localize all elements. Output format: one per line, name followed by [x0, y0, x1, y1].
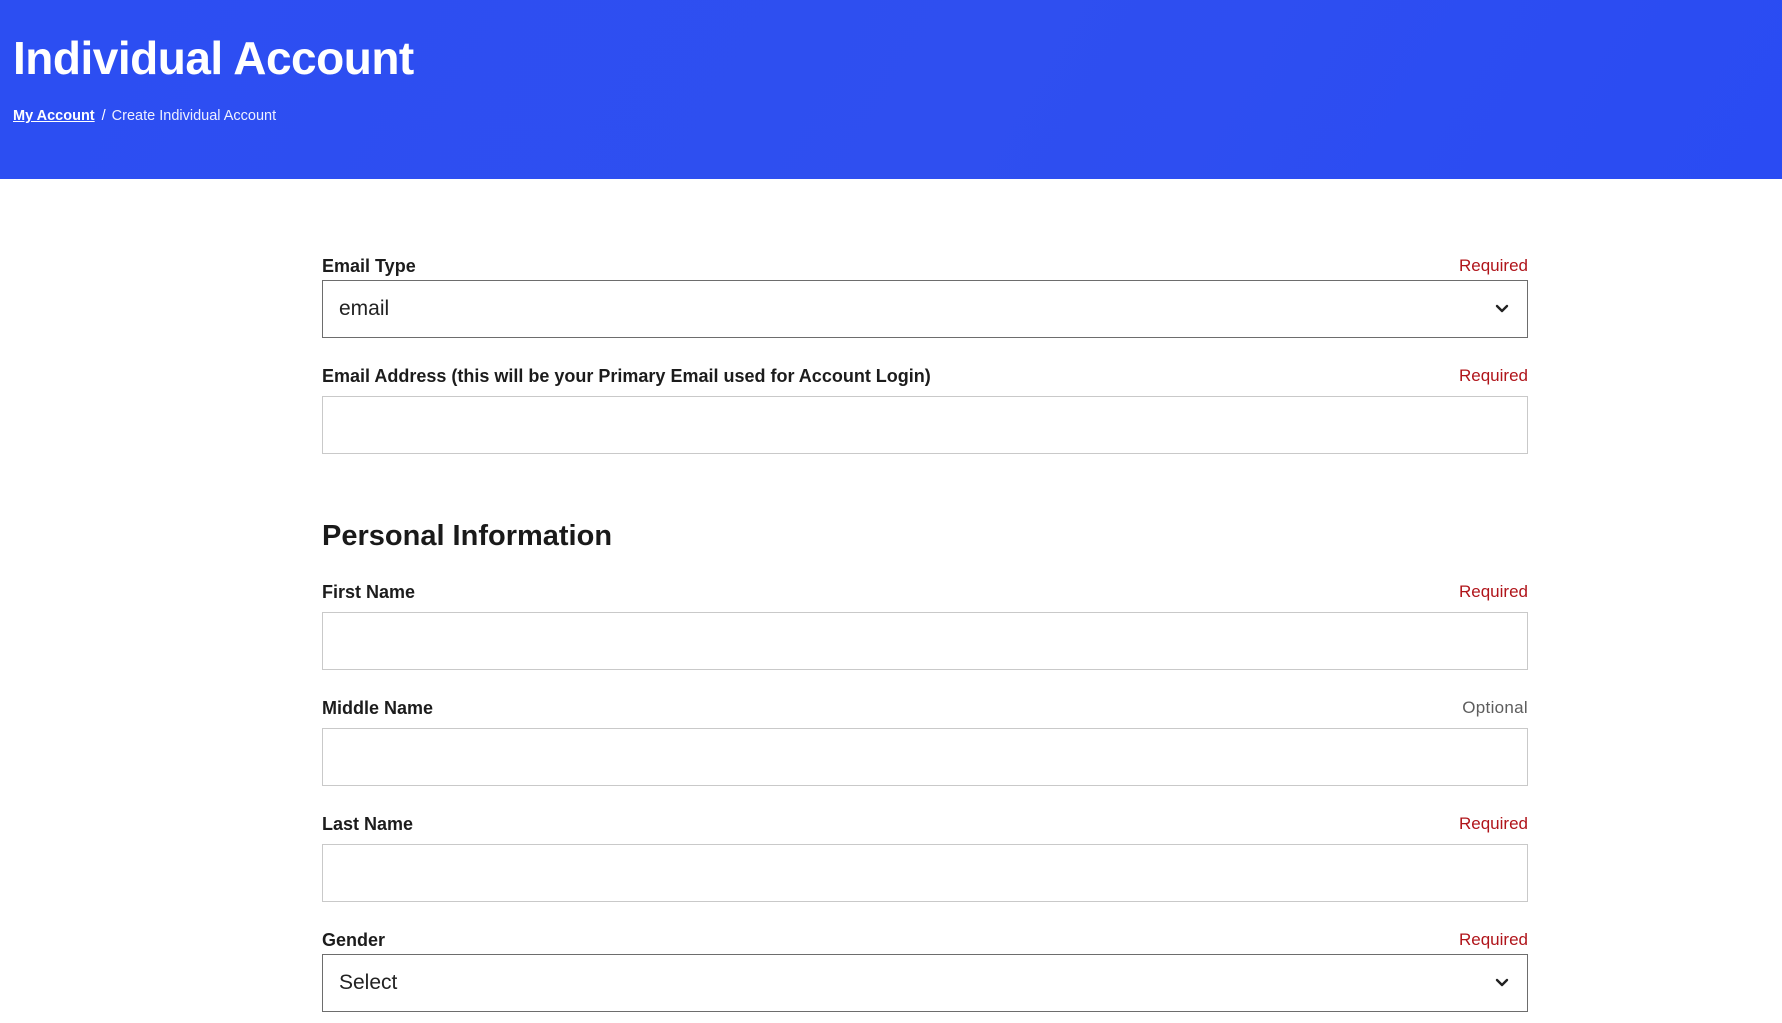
middle-name-input[interactable]: [322, 728, 1528, 786]
page-title: Individual Account: [13, 32, 414, 84]
middle-name-label: Middle Name: [322, 697, 434, 718]
gender-header: Gender Required: [322, 928, 1528, 952]
email-address-input[interactable]: [322, 396, 1528, 454]
breadcrumb-link-my-account[interactable]: My Account: [13, 106, 95, 126]
email-address-label: Email Address (this will be your Primary…: [322, 365, 931, 386]
last-name-required: Required: [1459, 814, 1528, 833]
gender-value: Select: [339, 971, 398, 994]
gender-required: Required: [1459, 930, 1528, 949]
email-type-label: Email Type: [322, 255, 416, 276]
email-address-required: Required: [1459, 366, 1528, 385]
email-type-value: email: [339, 297, 390, 320]
middle-name-optional: Optional: [1462, 698, 1528, 717]
chevron-down-icon: [1493, 300, 1511, 318]
breadcrumb-current: Create Individual Account: [111, 108, 277, 124]
last-name-label: Last Name: [322, 813, 414, 834]
breadcrumb: My Account / Create Individual Account: [13, 106, 276, 126]
email-type-select[interactable]: email: [322, 280, 1528, 338]
breadcrumb-separator: /: [101, 108, 106, 124]
email-type-required: Required: [1459, 256, 1528, 275]
first-name-label: First Name: [322, 581, 416, 602]
personal-information-heading: Personal Information: [322, 520, 613, 552]
gender-label: Gender: [322, 929, 386, 950]
gender-select[interactable]: Select: [322, 954, 1528, 1012]
page-header: Individual Account My Account / Create I…: [0, 0, 1782, 179]
last-name-input[interactable]: [322, 844, 1528, 902]
email-type-header: Email Type Required: [322, 254, 1528, 278]
first-name-required: Required: [1459, 582, 1528, 601]
last-name-header: Last Name Required: [322, 812, 1528, 836]
first-name-header: First Name Required: [322, 580, 1528, 604]
email-address-header: Email Address (this will be your Primary…: [322, 364, 1528, 388]
middle-name-header: Middle Name Optional: [322, 696, 1528, 720]
first-name-input[interactable]: [322, 612, 1528, 670]
chevron-down-icon: [1493, 974, 1511, 992]
